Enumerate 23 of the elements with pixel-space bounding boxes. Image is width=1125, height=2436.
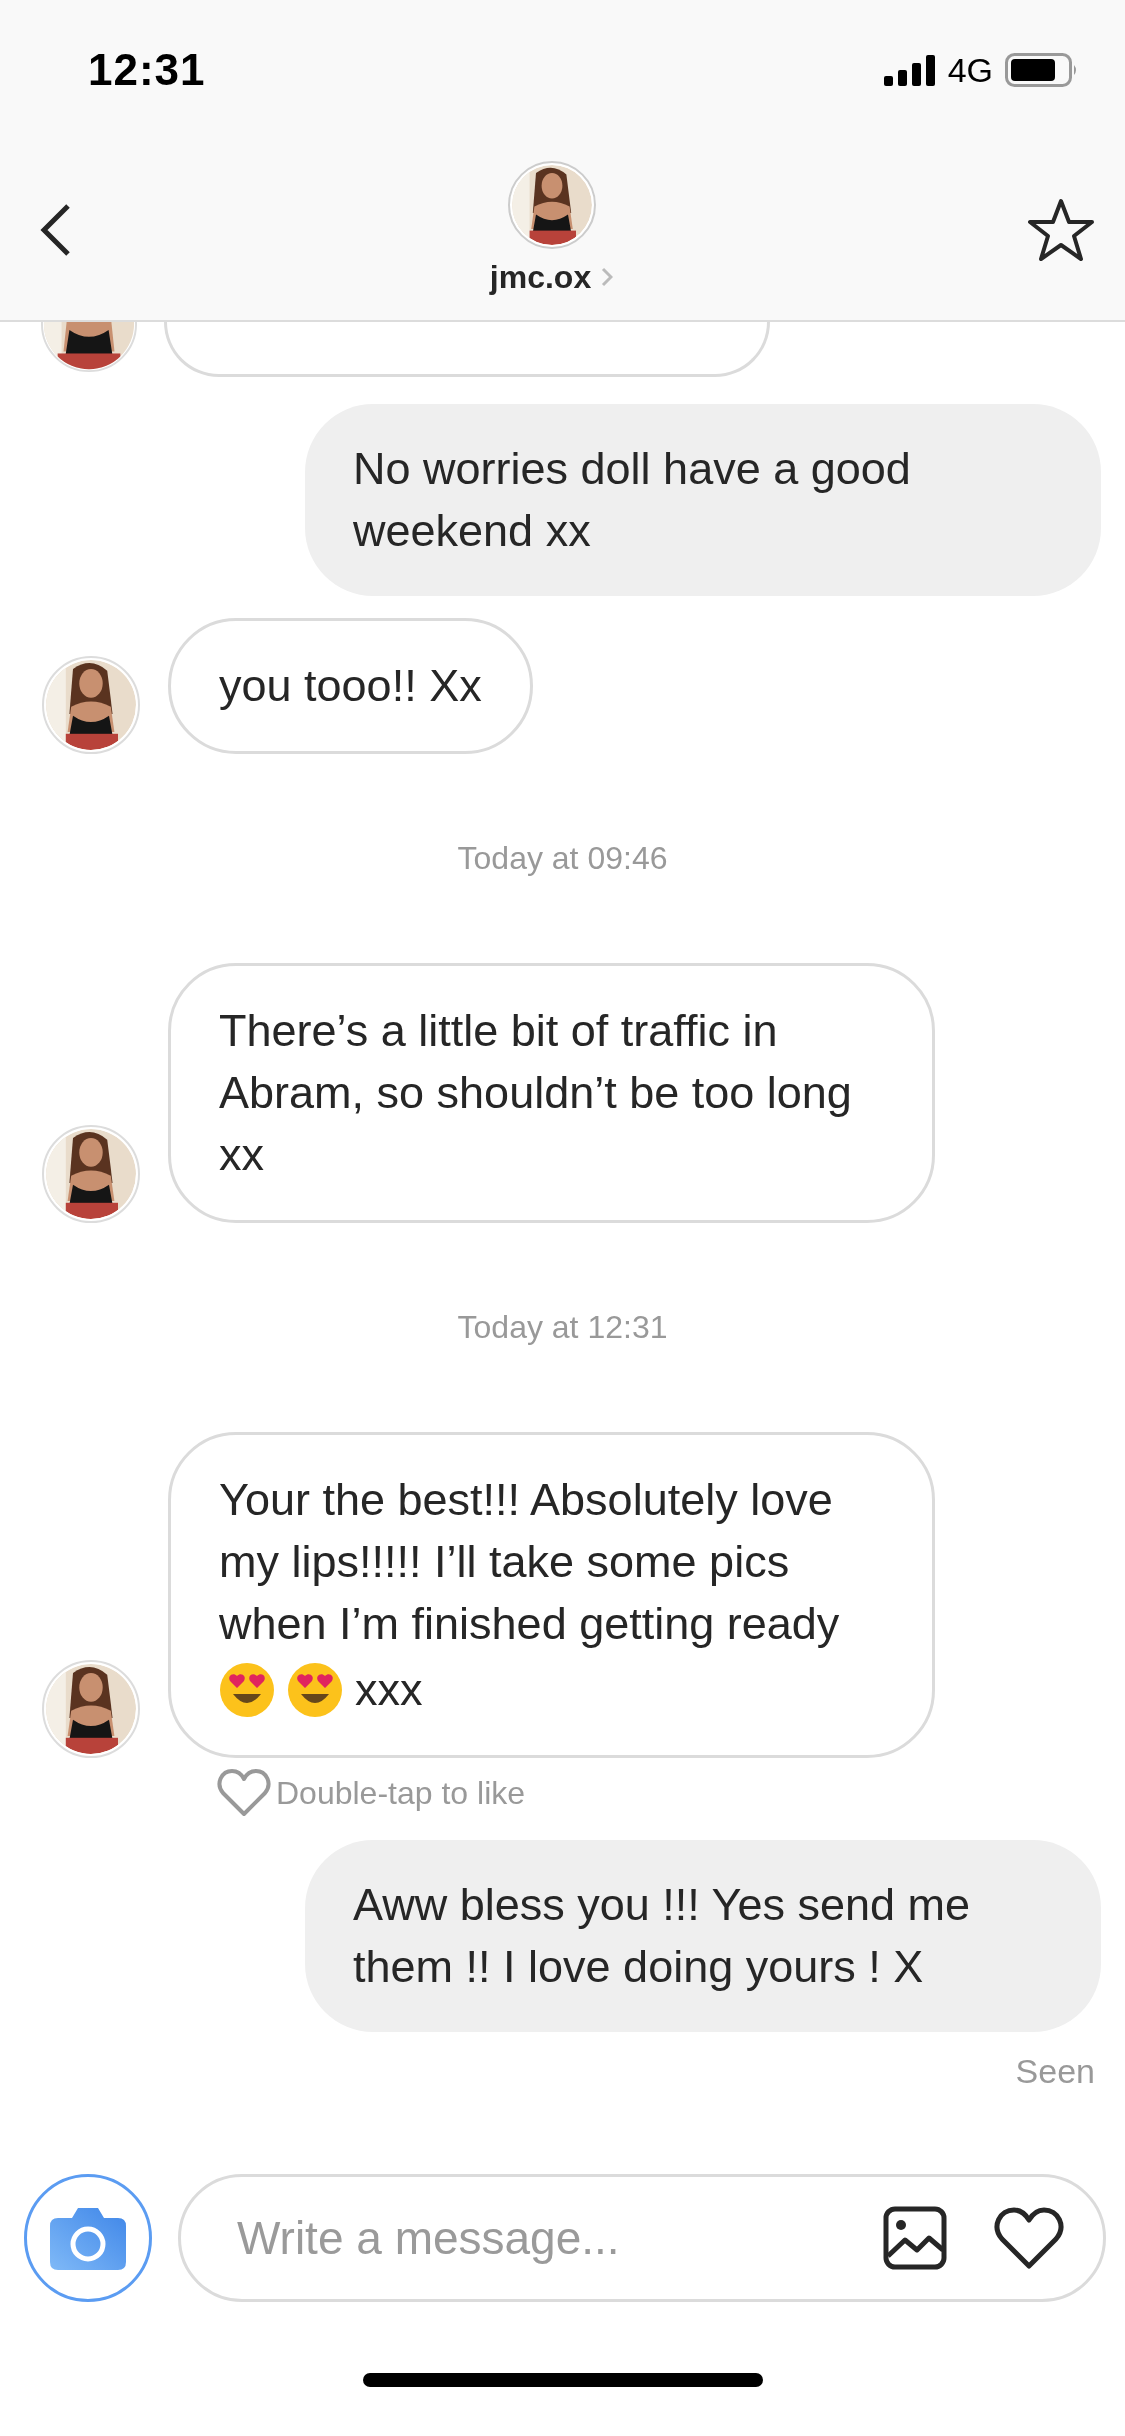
message-text: Aww bless you !!! Yes send me them !! I love doing yours ! X bbox=[353, 1878, 971, 1994]
heart-eyes-emoji-icon bbox=[287, 1662, 343, 1718]
like-hint: Double-tap to like bbox=[276, 1774, 526, 1812]
battery-icon bbox=[1005, 53, 1079, 87]
message-text: you tooo!! Xx bbox=[219, 659, 482, 713]
heart-eyes-emoji-icon bbox=[219, 1662, 275, 1718]
network-label: 4G bbox=[947, 50, 993, 90]
message-text: xxx bbox=[355, 1663, 423, 1717]
timestamp: Today at 09:46 bbox=[457, 840, 668, 876]
chevron-icon bbox=[601, 267, 614, 287]
message-field[interactable]: Write a message... bbox=[178, 2174, 1106, 2302]
timestamp: Today at 12:31 bbox=[457, 1309, 668, 1345]
message-input[interactable]: Write a message... bbox=[235, 2207, 837, 2269]
star-icon[interactable] bbox=[1027, 197, 1095, 263]
heart-icon[interactable] bbox=[993, 2206, 1065, 2270]
message-text: No worries doll have a good weekend xx bbox=[353, 442, 912, 558]
status-time: 12:31 bbox=[88, 45, 206, 95]
image-icon[interactable] bbox=[883, 2206, 947, 2270]
message-text: There’s a little bit of traffic in Abram, so shouldn’t be too long xx bbox=[219, 1004, 853, 1182]
seen-label: Seen bbox=[1015, 2052, 1095, 2090]
signal-icon bbox=[883, 54, 936, 86]
camera-icon bbox=[50, 2206, 126, 2270]
username[interactable]: jmc.ox bbox=[489, 258, 592, 296]
